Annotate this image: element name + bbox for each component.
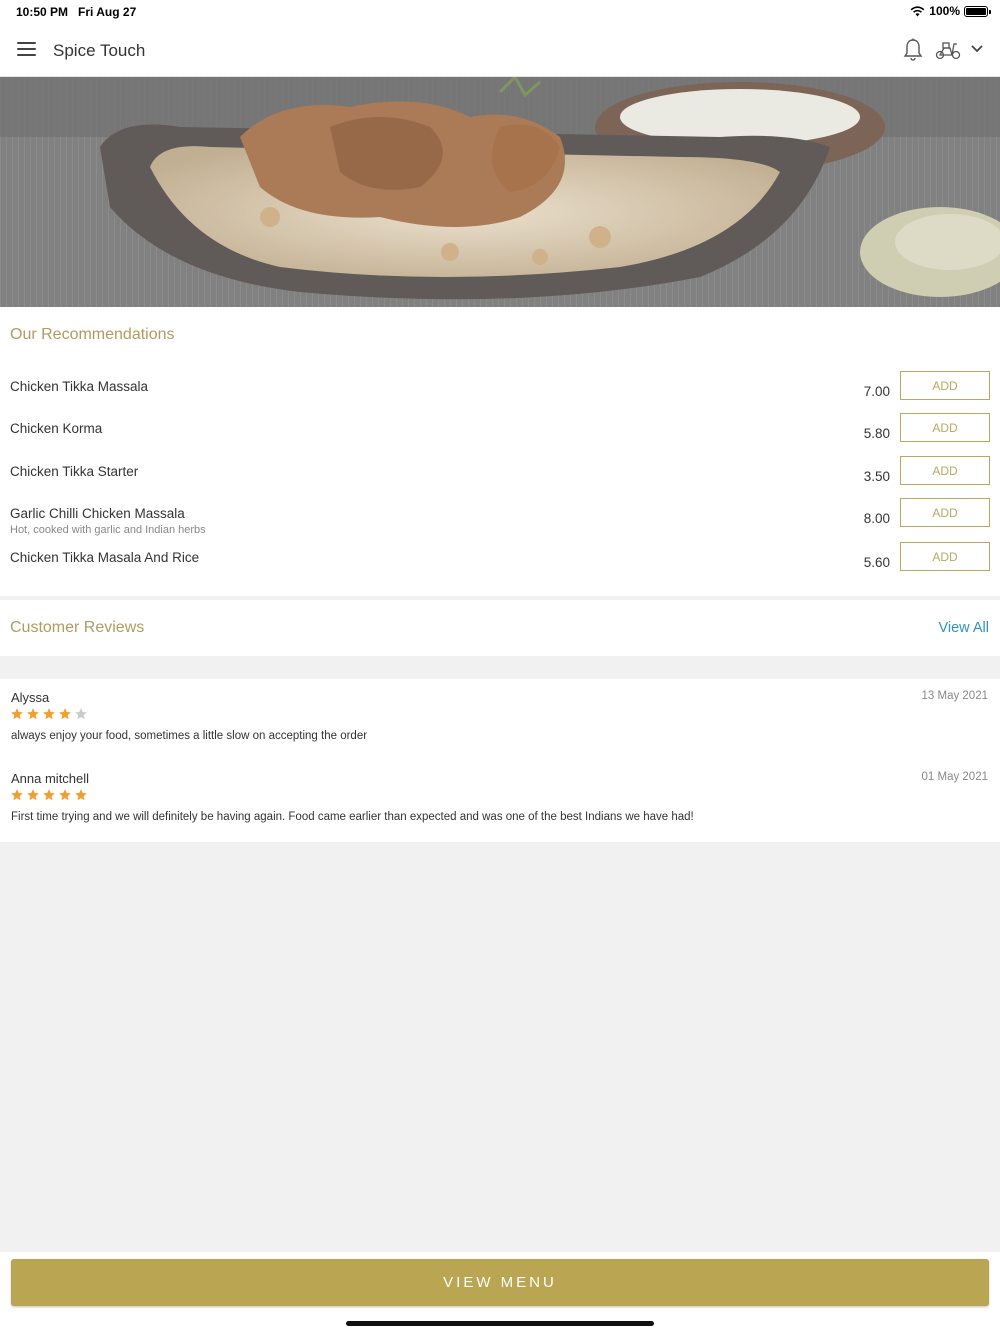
menu-item-price: 7.00 xyxy=(863,384,890,399)
star-empty-icon xyxy=(75,708,87,720)
view-menu-button[interactable]: VIEW MENU xyxy=(11,1259,989,1306)
menu-icon[interactable] xyxy=(17,42,36,58)
menu-item-row: Chicken Tikka Masala And Rice 5.60 ADD xyxy=(0,542,1000,590)
menu-item-name: Garlic Chilli Chicken Massala xyxy=(10,506,185,521)
menu-item-name: Chicken Tikka Starter xyxy=(10,464,139,479)
status-bar: 10:50 PM Fri Aug 27 100% xyxy=(0,0,1000,24)
menu-item-row: Garlic Chilli Chicken Massala Hot, cooke… xyxy=(0,498,1000,546)
recommendations-title: Our Recommendations xyxy=(10,326,175,343)
star-filled-icon xyxy=(43,789,55,801)
reviews-header: Customer Reviews View All xyxy=(0,600,1000,656)
add-button[interactable]: ADD xyxy=(900,413,990,442)
chevron-down-icon[interactable] xyxy=(970,44,984,54)
reviewer-name: Anna mitchell xyxy=(11,771,90,786)
add-button[interactable]: ADD xyxy=(900,456,990,485)
star-filled-icon xyxy=(75,789,87,801)
review-item: Alyssa 13 May 2021 always enjoy your foo… xyxy=(0,690,1000,760)
menu-item-price: 8.00 xyxy=(863,511,890,526)
menu-item-row: Chicken Tikka Starter 3.50 ADD xyxy=(0,456,1000,504)
reviews-list: Alyssa 13 May 2021 always enjoy your foo… xyxy=(0,679,1000,842)
menu-item-price: 3.50 xyxy=(863,469,890,484)
status-time: 10:50 PM Fri Aug 27 xyxy=(16,5,137,19)
review-text: always enjoy your food, sometimes a litt… xyxy=(11,730,368,742)
star-filled-icon xyxy=(27,708,39,720)
add-button[interactable]: ADD xyxy=(900,542,990,571)
menu-item-row: Chicken Tikka Massala 7.00 ADD xyxy=(0,371,1000,419)
menu-item-name: Chicken Tikka Massala xyxy=(10,379,149,394)
star-filled-icon xyxy=(43,708,55,720)
wifi-icon xyxy=(910,5,925,16)
review-date: 13 May 2021 xyxy=(921,690,989,702)
star-filled-icon xyxy=(27,789,39,801)
add-button[interactable]: ADD xyxy=(900,498,990,527)
star-filled-icon xyxy=(59,789,71,801)
menu-item-price: 5.60 xyxy=(863,555,890,570)
star-filled-icon xyxy=(11,789,23,801)
menu-item-name: Chicken Tikka Masala And Rice xyxy=(10,550,200,565)
app-title: Spice Touch xyxy=(53,41,146,60)
biryani-illustration xyxy=(0,77,1000,307)
add-button[interactable]: ADD xyxy=(900,371,990,400)
star-filled-icon xyxy=(11,708,23,720)
star-rating xyxy=(10,707,88,721)
reviews-title: Customer Reviews xyxy=(10,619,145,636)
menu-item-description: Hot, cooked with garlic and Indian herbs xyxy=(10,524,206,536)
review-text: First time trying and we will definitely… xyxy=(11,811,694,823)
app-header: Spice Touch xyxy=(0,24,1000,77)
home-indicator xyxy=(346,1321,654,1326)
menu-item-row: Chicken Korma 5.80 ADD xyxy=(0,413,1000,461)
bell-icon[interactable] xyxy=(902,38,924,62)
delivery-scooter-icon[interactable] xyxy=(935,40,961,60)
star-rating xyxy=(10,788,88,802)
review-date: 01 May 2021 xyxy=(921,771,989,783)
battery-percent: 100% xyxy=(929,4,960,18)
status-right: 100% xyxy=(910,4,991,18)
menu-item-name: Chicken Korma xyxy=(10,421,103,436)
hero-food-image xyxy=(0,77,1000,307)
review-item: Anna mitchell 01 May 2021 First time try… xyxy=(0,771,1000,841)
view-all-link[interactable]: View All xyxy=(938,620,989,636)
recommendations-section: Our Recommendations Chicken Tikka Massal… xyxy=(0,307,1000,596)
star-filled-icon xyxy=(59,708,71,720)
bottom-bar: VIEW MENU xyxy=(0,1252,1000,1334)
reviewer-name: Alyssa xyxy=(11,690,50,705)
battery-icon xyxy=(964,5,991,17)
menu-item-price: 5.80 xyxy=(863,426,890,441)
